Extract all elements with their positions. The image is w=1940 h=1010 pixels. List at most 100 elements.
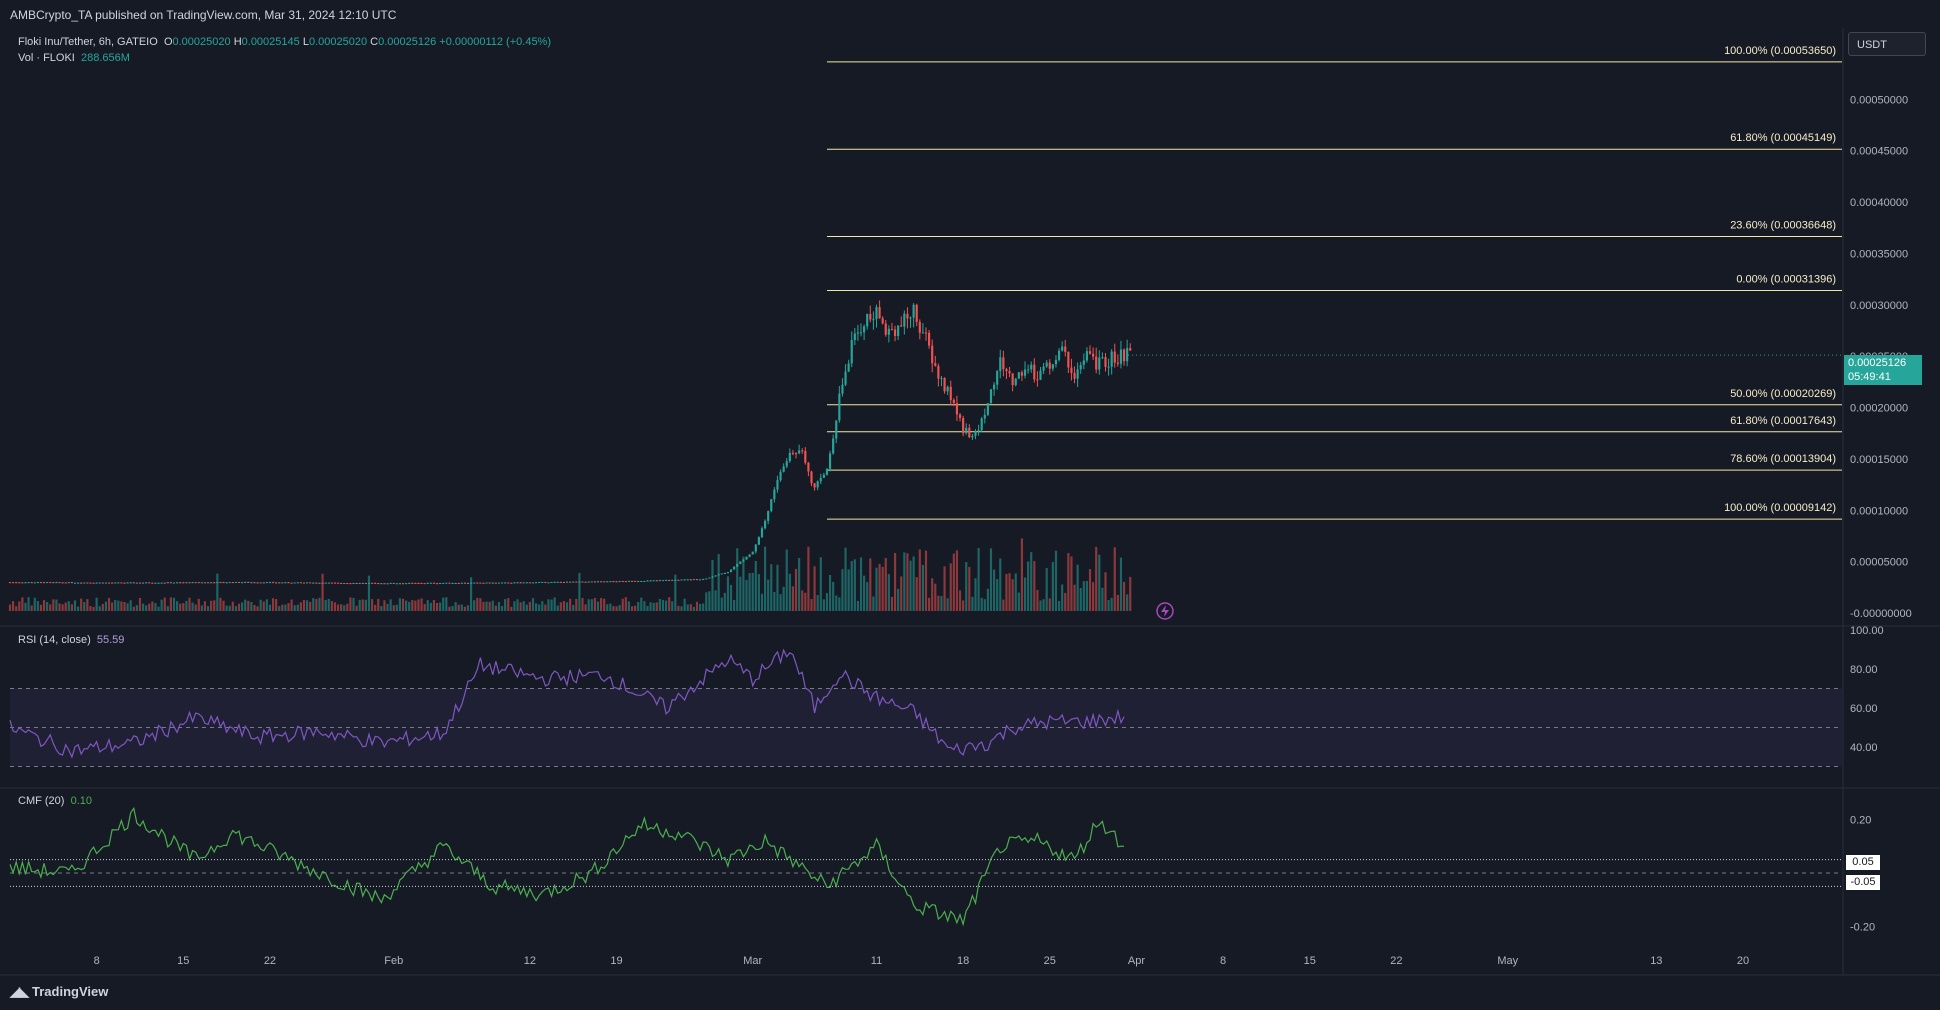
volume-bar [968,566,971,611]
candle [135,582,138,584]
volume-bar [742,556,745,611]
volume-bar [711,559,714,611]
candle [268,582,272,584]
volume-bar [531,598,535,611]
volume-bar [364,599,367,611]
candle [33,582,36,584]
volume-bar [253,604,256,611]
candle [377,583,380,585]
candle [482,582,485,584]
volume-bar [83,602,86,611]
price-tick-label: 0.00020000 [1850,403,1908,415]
volume-label[interactable]: Vol · FLOKI [18,52,75,64]
volume-bar [931,578,934,611]
candle [1070,367,1073,374]
volume-bar [1042,599,1045,611]
volume-bar [355,605,358,611]
candle [1030,364,1033,370]
volume-bar [200,605,203,611]
time-tick-label: 15 [177,955,189,967]
volume-bar [42,600,46,611]
candle [900,325,903,327]
candle [562,581,566,583]
volume-bar [451,606,454,611]
volume-bar [763,546,767,611]
candle [680,579,683,581]
lightning-icon[interactable] [1156,602,1174,620]
volume-bar [553,597,556,611]
volume-bar [275,599,278,611]
candle [1008,371,1011,374]
candle [794,453,798,455]
currency-button[interactable]: USDT [1848,32,1926,56]
volume-bar [859,557,863,611]
candle [107,582,111,584]
cmf-legend: CMF (20) 0.10 [18,795,92,807]
volume-bar [575,598,578,611]
candle [1051,364,1054,369]
cmf-value: 0.10 [70,795,92,807]
candle [720,573,723,575]
tradingview-logo-icon: ◢◣ [10,984,29,999]
time-tick-label: May [1497,955,1518,967]
candle [333,582,337,584]
volume-bar [86,599,89,611]
volume-bar [225,605,228,611]
rsi-label[interactable]: RSI (14, close) [18,634,91,646]
volume-bar [24,602,27,611]
ohlc-legend: Floki Inu/Tether, 6h, GATEIO O0.00025020… [18,36,551,48]
candle [470,582,473,584]
candle [1110,351,1113,367]
volume-bar [494,605,497,611]
volume-bar [176,601,179,611]
volume-bar [603,598,606,611]
volume-bar [386,603,389,611]
volume-bar [841,569,844,611]
candle [683,579,686,581]
candle [918,321,921,333]
candle [101,582,104,584]
volume-bar [1070,556,1073,611]
volume-bar [408,601,411,611]
volume-bar [825,593,829,611]
volume-legend: Vol · FLOKI 288.656M [18,52,130,64]
volume-bar [293,605,296,611]
volume-bar [791,586,795,611]
candle [420,582,423,584]
volume-bar [869,558,872,611]
time-tick-label: 22 [264,955,276,967]
candle [931,345,934,364]
candle [575,581,578,583]
volume-bar [138,597,142,611]
candle [132,582,135,584]
candle [565,581,569,583]
volume-bar [476,597,479,611]
candle [27,582,30,584]
chart-canvas[interactable]: 0.00050000 0.00045000 0.00040000 0.00035000… [0,0,1940,1010]
candle [677,579,680,581]
symbol-label[interactable]: Floki Inu/Tether, 6h, GATEIO [18,36,158,48]
price-tick-label: 0.00015000 [1850,454,1908,466]
candle [1011,373,1014,386]
candle [321,582,324,584]
time-tick-label: 25 [1044,955,1056,967]
candle [423,583,426,585]
cmf-label[interactable]: CMF (20) [18,795,64,807]
candle [182,582,185,584]
volume-bar [810,599,813,611]
candle [550,582,553,584]
candle [890,328,894,330]
candle [386,583,389,585]
volume-bar [473,600,476,611]
volume-bar [361,599,364,611]
volume-bar [569,598,572,611]
candle [798,450,801,454]
candle [924,332,928,334]
candle [237,581,241,583]
volume-bar [714,590,717,611]
volume-bar [646,605,649,611]
candle [1126,348,1129,362]
volume-bar [1002,599,1005,611]
volume-bar [120,601,123,611]
tradingview-logo[interactable]: ◢◣ TradingView [10,984,108,1000]
